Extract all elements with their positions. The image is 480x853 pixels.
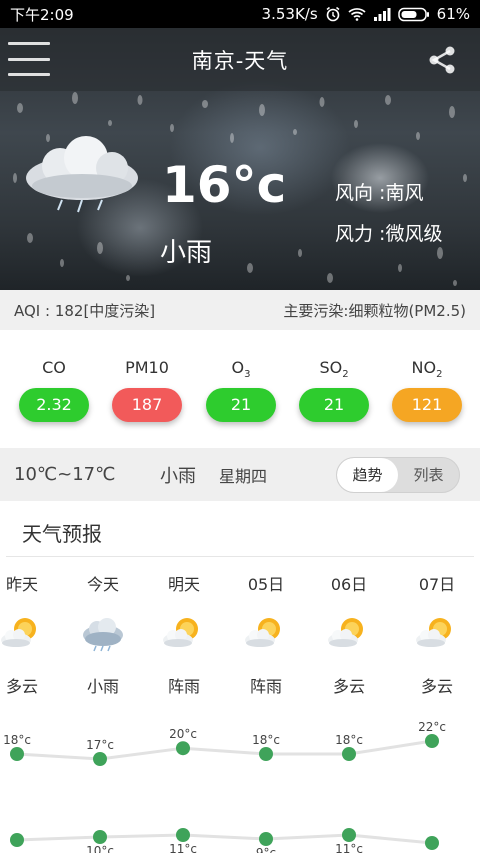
high-temp-point (259, 747, 273, 761)
alarm-icon (326, 6, 340, 22)
sun-cloud-icon (328, 618, 363, 647)
cloud-rain-icon (26, 136, 138, 213)
temperature-chart: 18°c 17°c 20°c 18°c 18°c 22°c 10°c 11°c 9°c 11°c (3, 720, 446, 853)
low-temp-line (16, 833, 433, 845)
top-bar: 南京-天气 (0, 28, 480, 91)
forecast-day: 05日阵雨 (226, 571, 306, 697)
low-temp-label: 9°c (256, 846, 276, 853)
forecast-day-label: 今天 (86, 575, 119, 594)
current-condition: 小雨 (160, 238, 213, 268)
forecast-day-label: 明天 (167, 575, 200, 594)
high-temp-point (10, 747, 24, 761)
today-summary: 10℃~17℃ 小雨 星期四 趋势 列表 (0, 448, 480, 501)
wifi-icon (348, 8, 366, 21)
low-temp-point (425, 836, 439, 850)
forecast-day-label: 07日 (418, 575, 456, 594)
pollutant-pm10: PM10 187 (112, 358, 182, 422)
forecast-condition: 多云 (5, 677, 38, 696)
high-temp-label: 22°c (418, 720, 446, 734)
pollutant-value: 187 (112, 388, 182, 422)
wind-power: 风力 :微风级 (335, 223, 443, 245)
summary-condition: 小雨 (160, 465, 196, 487)
forecast-condition: 多云 (420, 677, 453, 696)
menu-icon (8, 42, 50, 45)
forecast-condition: 多云 (332, 677, 365, 696)
low-temp-point (10, 833, 24, 847)
forecast-title: 天气预报 (22, 522, 102, 546)
forecast-condition: 小雨 (86, 677, 119, 696)
pollutant-panel: CO 2.32 PM10 187 O3 21 SO2 21 NO2 121 (0, 330, 480, 448)
main-pollutant: 主要污染:细颗粒物(PM2.5) (283, 301, 466, 320)
current-weather-panel: 南京-天气 16°c 小雨 风向 :南风 风力 :微风级 (0, 28, 480, 290)
pollutant-no2: NO2 121 (392, 358, 462, 422)
low-temp-label: 10°c (86, 844, 114, 853)
high-temp-point (176, 741, 190, 756)
high-temp-label: 18°c (335, 733, 363, 747)
low-temp-point (176, 828, 190, 842)
sun-cloud-icon (1, 618, 36, 647)
sun-cloud-icon (245, 618, 280, 647)
current-temperature: 16°c (162, 156, 287, 214)
high-temp-point (93, 752, 107, 766)
tab-trend[interactable]: 趋势 (337, 458, 398, 492)
high-temp-point (342, 747, 356, 761)
menu-button[interactable] (8, 42, 50, 76)
status-bar: 下午2:09 3.53K/s 61% (0, 0, 480, 28)
low-temp-label: 11°c (169, 842, 197, 853)
forecast-day: 明天 阵雨 (144, 571, 224, 697)
aqi-value: AQI : 182[中度污染] (14, 301, 156, 320)
pollutant-co: CO 2.32 (19, 358, 89, 422)
forecast-day: 今天 小雨 (63, 571, 143, 697)
high-temp-label: 18°c (252, 733, 280, 747)
network-speed: 3.53K/s (261, 5, 318, 23)
temperature-range: 10℃~17℃ (14, 464, 116, 485)
share-icon[interactable] (426, 44, 458, 76)
view-toggle: 趋势 列表 (336, 457, 460, 493)
forecast-day: 06日多云 (309, 571, 389, 697)
pollutant-so2: SO2 21 (299, 358, 369, 422)
forecast-day-label: 05日 (247, 575, 285, 594)
pollutant-o3: O3 21 (206, 358, 276, 422)
tab-list[interactable]: 列表 (398, 458, 459, 492)
high-temp-label: 20°c (169, 727, 197, 741)
low-temp-point (93, 830, 107, 844)
pollutant-value: 121 (392, 388, 462, 422)
rain-cloud-icon (83, 618, 123, 652)
forecast-day: 07日多云 (397, 571, 477, 697)
low-temp-point (342, 828, 356, 842)
low-temp-label: 11°c (335, 842, 363, 853)
high-temp-label: 17°c (86, 738, 114, 752)
divider (6, 556, 474, 557)
signal-icon (373, 8, 391, 21)
forecast-condition: 阵雨 (249, 677, 282, 696)
pollutant-value: 21 (206, 388, 276, 422)
forecast-day-label: 昨天 (5, 575, 38, 594)
battery-icon (397, 7, 429, 21)
aqi-bar: AQI : 182[中度污染] 主要污染:细颗粒物(PM2.5) (0, 290, 480, 330)
high-temp-line (16, 739, 433, 761)
sun-cloud-icon (163, 618, 198, 647)
page-title: 南京-天气 (191, 48, 289, 73)
high-temp-label: 18°c (3, 733, 31, 747)
sun-cloud-icon (416, 618, 451, 647)
weekday: 星期四 (219, 466, 268, 486)
forecast-day: 昨天 多云 (0, 571, 62, 697)
status-time: 下午2:09 (10, 5, 74, 24)
wind-direction: 风向 :南风 (335, 182, 424, 204)
pollutant-value: 2.32 (19, 388, 89, 422)
low-temp-point (259, 832, 273, 846)
forecast-condition: 阵雨 (167, 677, 200, 696)
forecast-day-label: 06日 (330, 575, 368, 594)
pollutant-value: 21 (299, 388, 369, 422)
high-temp-point (425, 734, 439, 748)
battery-percent: 61% (436, 5, 470, 23)
